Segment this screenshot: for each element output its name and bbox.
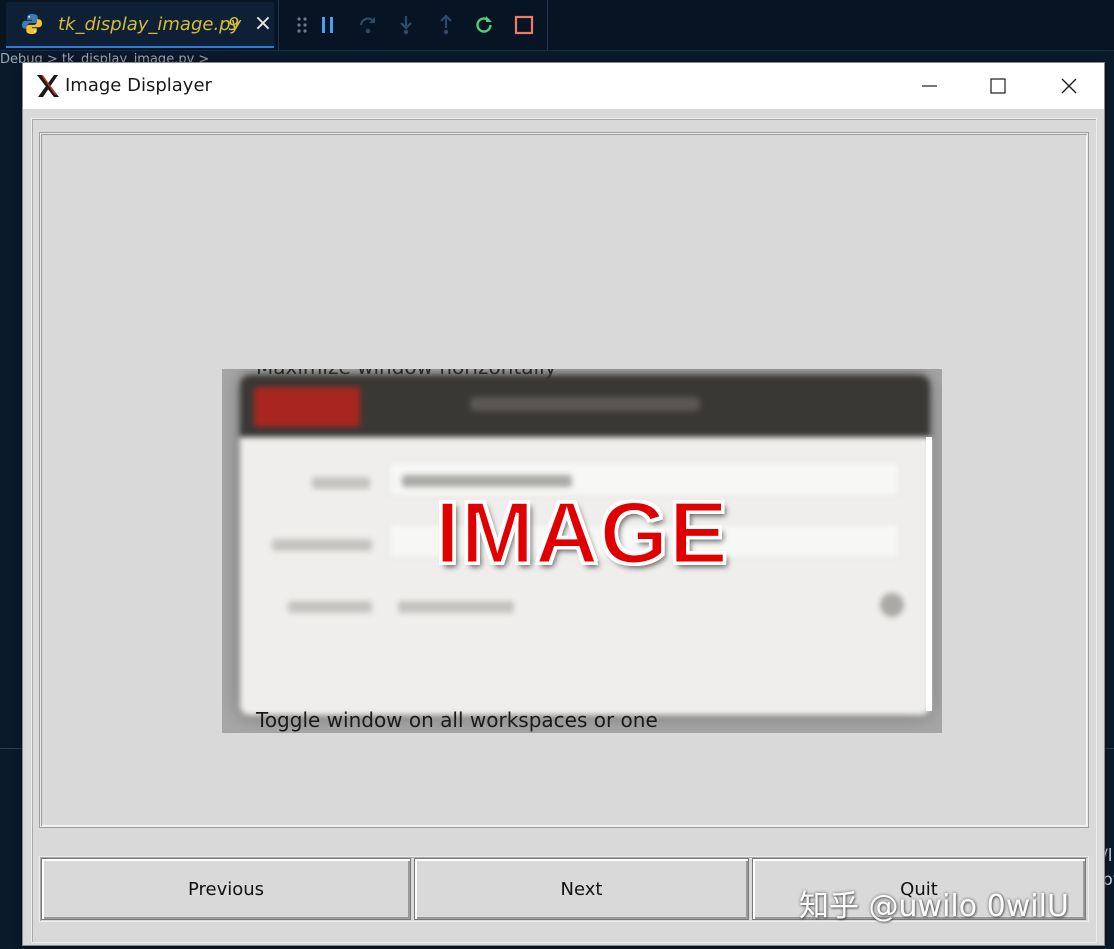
watermark: 知乎 @uwilo 0wilU — [799, 881, 1069, 925]
step-over-icon[interactable] — [357, 14, 379, 36]
restart-icon[interactable] — [473, 14, 495, 36]
pause-icon[interactable] — [317, 14, 339, 36]
previous-button[interactable]: Previous — [41, 858, 411, 920]
minimize-icon — [895, 63, 963, 109]
x11-logo-icon — [35, 73, 61, 99]
close-icon — [1035, 63, 1103, 109]
image-overlay-text: IMAGE — [222, 482, 942, 584]
minimize-button[interactable] — [895, 63, 963, 109]
editor-divider — [1104, 748, 1114, 749]
python-file-icon — [20, 12, 44, 36]
maximize-icon — [964, 63, 1032, 109]
step-out-icon[interactable] — [435, 14, 457, 36]
step-into-icon[interactable] — [395, 14, 417, 36]
window-titlebar[interactable]: Image Displayer — [23, 63, 1104, 109]
window-title: Image Displayer — [65, 75, 212, 96]
next-button[interactable]: Next — [414, 858, 749, 920]
editor-tab-bar: tk_display_image.py 9 × — [0, 0, 1114, 51]
image-displayer-window: Image Displayer Maximize window horizont… — [22, 62, 1105, 946]
displayed-image: Maximize window horizontally Toggle wind… — [222, 369, 942, 733]
stop-icon[interactable] — [513, 14, 535, 36]
close-button[interactable] — [1035, 63, 1103, 109]
problem-count-badge: 9 — [228, 14, 239, 35]
maximize-button[interactable] — [964, 63, 1032, 109]
drag-handle-icon[interactable] — [291, 14, 313, 36]
tab-filename: tk_display_image.py — [58, 14, 241, 35]
editor-tab[interactable]: tk_display_image.py 9 × — [6, 2, 274, 48]
tab-close-icon[interactable]: × — [252, 10, 274, 38]
debug-toolbar — [278, 0, 548, 50]
image-caption-bottom: Toggle window on all workspaces or one — [256, 708, 658, 732]
image-label-frame: Maximize window horizontally Toggle wind… — [40, 133, 1088, 827]
editor-divider — [0, 748, 22, 749]
